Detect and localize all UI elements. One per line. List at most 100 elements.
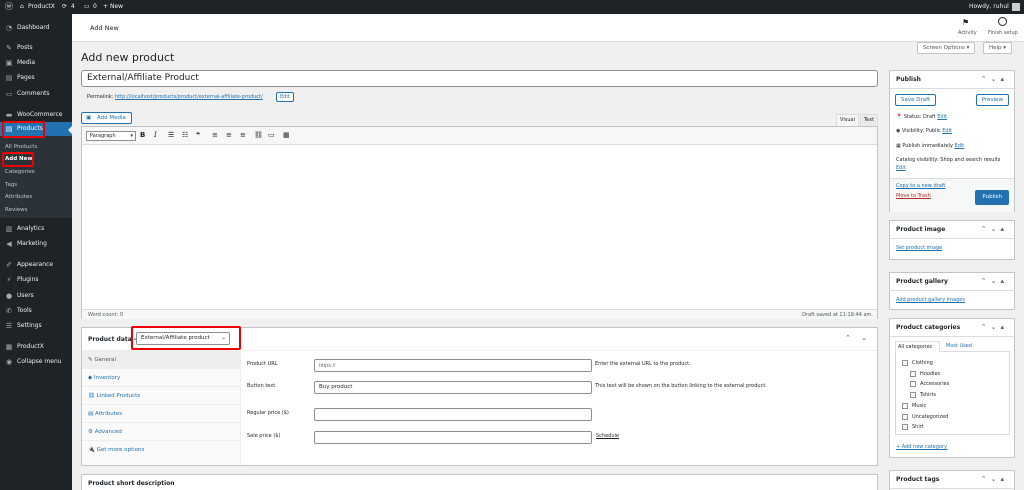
set-product-image-link[interactable]: Set product image — [896, 245, 942, 251]
move-to-trash-link[interactable]: Move to Trash — [896, 193, 931, 199]
tab-general[interactable]: ✎ General — [82, 351, 241, 369]
menu-item-tools[interactable]: ✆ Tools — [0, 304, 72, 318]
tab-all-categories[interactable]: All categories — [895, 341, 940, 352]
publish-time-edit-link[interactable]: Edit — [955, 143, 965, 149]
comment-icon[interactable]: ▭ — [84, 0, 90, 14]
menu-item-media[interactable]: ▣ Media — [0, 56, 72, 70]
menu-item-plugins[interactable]: ⚡ Plugins — [0, 273, 72, 287]
product-tags-box: Product tags ⌃⌄▴ — [889, 470, 1015, 490]
read-more-icon[interactable]: ▭ — [268, 131, 275, 139]
comment-icon: ▭ — [5, 90, 13, 98]
publish-button[interactable]: Publish — [975, 190, 1009, 205]
regular-price-input[interactable] — [314, 408, 592, 421]
schedule-link[interactable]: Schedule — [596, 433, 619, 439]
finish-setup-label[interactable]: Finish setup — [988, 30, 1018, 36]
numbered-list-icon[interactable]: ☷ — [182, 131, 188, 139]
permalink-url[interactable]: http://localhost/products/product/extern… — [115, 94, 263, 100]
submenu-tags[interactable]: Tags — [5, 182, 17, 188]
product-url-input[interactable] — [314, 359, 592, 372]
checkbox-hoodies[interactable] — [910, 371, 916, 377]
catalog-visibility-edit-link[interactable]: Edit — [896, 165, 906, 171]
add-new-category-link[interactable]: + Add new category — [896, 444, 947, 450]
category-label: Uncategorized — [912, 414, 949, 420]
panel-arrows[interactable]: ⌃⌄▴ — [981, 475, 1008, 483]
copy-to-draft-link[interactable]: Copy to a new draft — [896, 183, 945, 189]
toolbar-toggle-icon[interactable]: ▦ — [283, 131, 290, 139]
woocommerce-icon: ▬ — [5, 111, 13, 119]
panel-arrows[interactable]: ⌃⌄▴ — [981, 225, 1008, 233]
sale-price-input[interactable] — [314, 431, 592, 444]
tab-advanced[interactable]: ⚙ Advanced — [82, 423, 241, 441]
checkbox-shirt[interactable] — [902, 424, 908, 430]
checkbox-uncategorized[interactable] — [902, 414, 908, 420]
tab-get-more-options[interactable]: 🔌 Get more options — [82, 441, 241, 459]
howdy-user[interactable]: Howdy, ruhul — [969, 0, 1009, 14]
menu-item-marketing[interactable]: ◀ Marketing — [0, 237, 72, 251]
submenu-attributes[interactable]: Attributes — [5, 194, 32, 200]
screen-options-button[interactable]: Screen Options ▾ — [917, 42, 976, 54]
bold-icon[interactable]: B — [140, 131, 145, 139]
site-name-link[interactable]: ProductX — [28, 0, 55, 14]
bullet-list-icon[interactable]: ☰ — [168, 131, 174, 139]
panel-arrows[interactable]: ⌃⌄▴ — [981, 75, 1008, 83]
tab-text[interactable]: Text — [860, 114, 878, 126]
visibility-edit-link[interactable]: Edit — [942, 128, 952, 134]
avatar[interactable] — [1012, 3, 1020, 11]
new-content-link[interactable]: New — [110, 0, 123, 14]
italic-icon[interactable]: I — [154, 131, 157, 139]
wordpress-logo-icon[interactable]: ⓦ — [5, 0, 13, 14]
checkbox-tshirts[interactable] — [910, 392, 916, 398]
align-left-icon[interactable]: ≡ — [212, 131, 218, 139]
button-text-input[interactable]: Buy product — [314, 381, 592, 394]
menu-item-comments[interactable]: ▭ Comments — [0, 87, 72, 101]
add-media-button[interactable]: ▣ Add Media — [81, 112, 132, 124]
link-icon[interactable]: ⛓ — [254, 131, 263, 139]
permalink-edit-button[interactable]: Edit — [276, 92, 294, 102]
tab-inventory[interactable]: ◆ Inventory — [82, 369, 241, 387]
menu-item-pages[interactable]: ▤ Pages — [0, 71, 72, 85]
tab-linked-products[interactable]: ⛓ Linked Products — [82, 387, 241, 405]
tab-attributes[interactable]: ▤ Attributes — [82, 405, 241, 423]
activity-label[interactable]: Activity — [958, 30, 977, 36]
woocommerce-header: Add New ⚑ Activity Finish setup — [72, 14, 1024, 42]
panel-arrows[interactable]: ⌃⌄▴ — [981, 323, 1008, 331]
submenu-reviews[interactable]: Reviews — [5, 207, 28, 213]
menu-item-analytics[interactable]: ▥ Analytics — [0, 222, 72, 236]
blockquote-icon[interactable]: ❝ — [196, 131, 200, 139]
menu-item-settings[interactable]: ☰ Settings — [0, 319, 72, 333]
updates-icon[interactable]: ⟳ — [62, 0, 67, 14]
menu-item-woocommerce[interactable]: ▬ WooCommerce — [0, 108, 72, 122]
menu-item-posts[interactable]: ✎ Posts — [0, 41, 72, 55]
tab-most-used[interactable]: Most Used — [946, 343, 972, 349]
comments-count[interactable]: 0 — [93, 0, 97, 14]
save-draft-button[interactable]: Save Draft — [895, 94, 937, 106]
align-right-icon[interactable]: ≡ — [240, 131, 246, 139]
checkbox-music[interactable] — [902, 403, 908, 409]
menu-item-users[interactable]: ● Users — [0, 289, 72, 303]
menu-item-appearance[interactable]: ✐ Appearance — [0, 258, 72, 272]
align-center-icon[interactable]: ≡ — [226, 131, 232, 139]
panel-arrows[interactable]: ⌃ ⌄ — [845, 334, 871, 342]
status-edit-link[interactable]: Edit — [937, 114, 947, 120]
permalink-label: Permalink: — [87, 94, 114, 100]
productx-icon: ▦ — [5, 343, 13, 351]
menu-item-productx[interactable]: ▦ ProductX — [0, 340, 72, 354]
progress-icon[interactable] — [998, 17, 1007, 26]
collapse-menu-button[interactable]: ◉ Collapse menu — [0, 355, 72, 369]
format-select[interactable]: Paragraph ▾ — [86, 131, 136, 141]
submenu-categories[interactable]: Categories — [5, 169, 35, 175]
chart-icon: ▥ — [5, 225, 13, 233]
submenu-all-products[interactable]: All Products — [5, 144, 37, 150]
tab-visual[interactable]: Visual — [836, 114, 859, 126]
draft-saved-status: Draft saved at 11:19:44 am. — [802, 312, 873, 318]
product-title-input[interactable]: External/Affiliate Product — [81, 70, 878, 87]
panel-arrows[interactable]: ⌃⌄▴ — [981, 277, 1008, 285]
preview-button[interactable]: Preview — [975, 94, 1009, 106]
flag-icon[interactable]: ⚑ — [962, 18, 969, 27]
menu-item-dashboard[interactable]: ◔ Dashboard — [0, 21, 72, 35]
help-button[interactable]: Help ▾ — [983, 42, 1013, 54]
add-gallery-images-link[interactable]: Add product gallery images — [896, 297, 965, 303]
checkbox-clothing[interactable] — [902, 360, 908, 366]
updates-count[interactable]: 4 — [71, 0, 75, 14]
checkbox-accessories[interactable] — [910, 381, 916, 387]
